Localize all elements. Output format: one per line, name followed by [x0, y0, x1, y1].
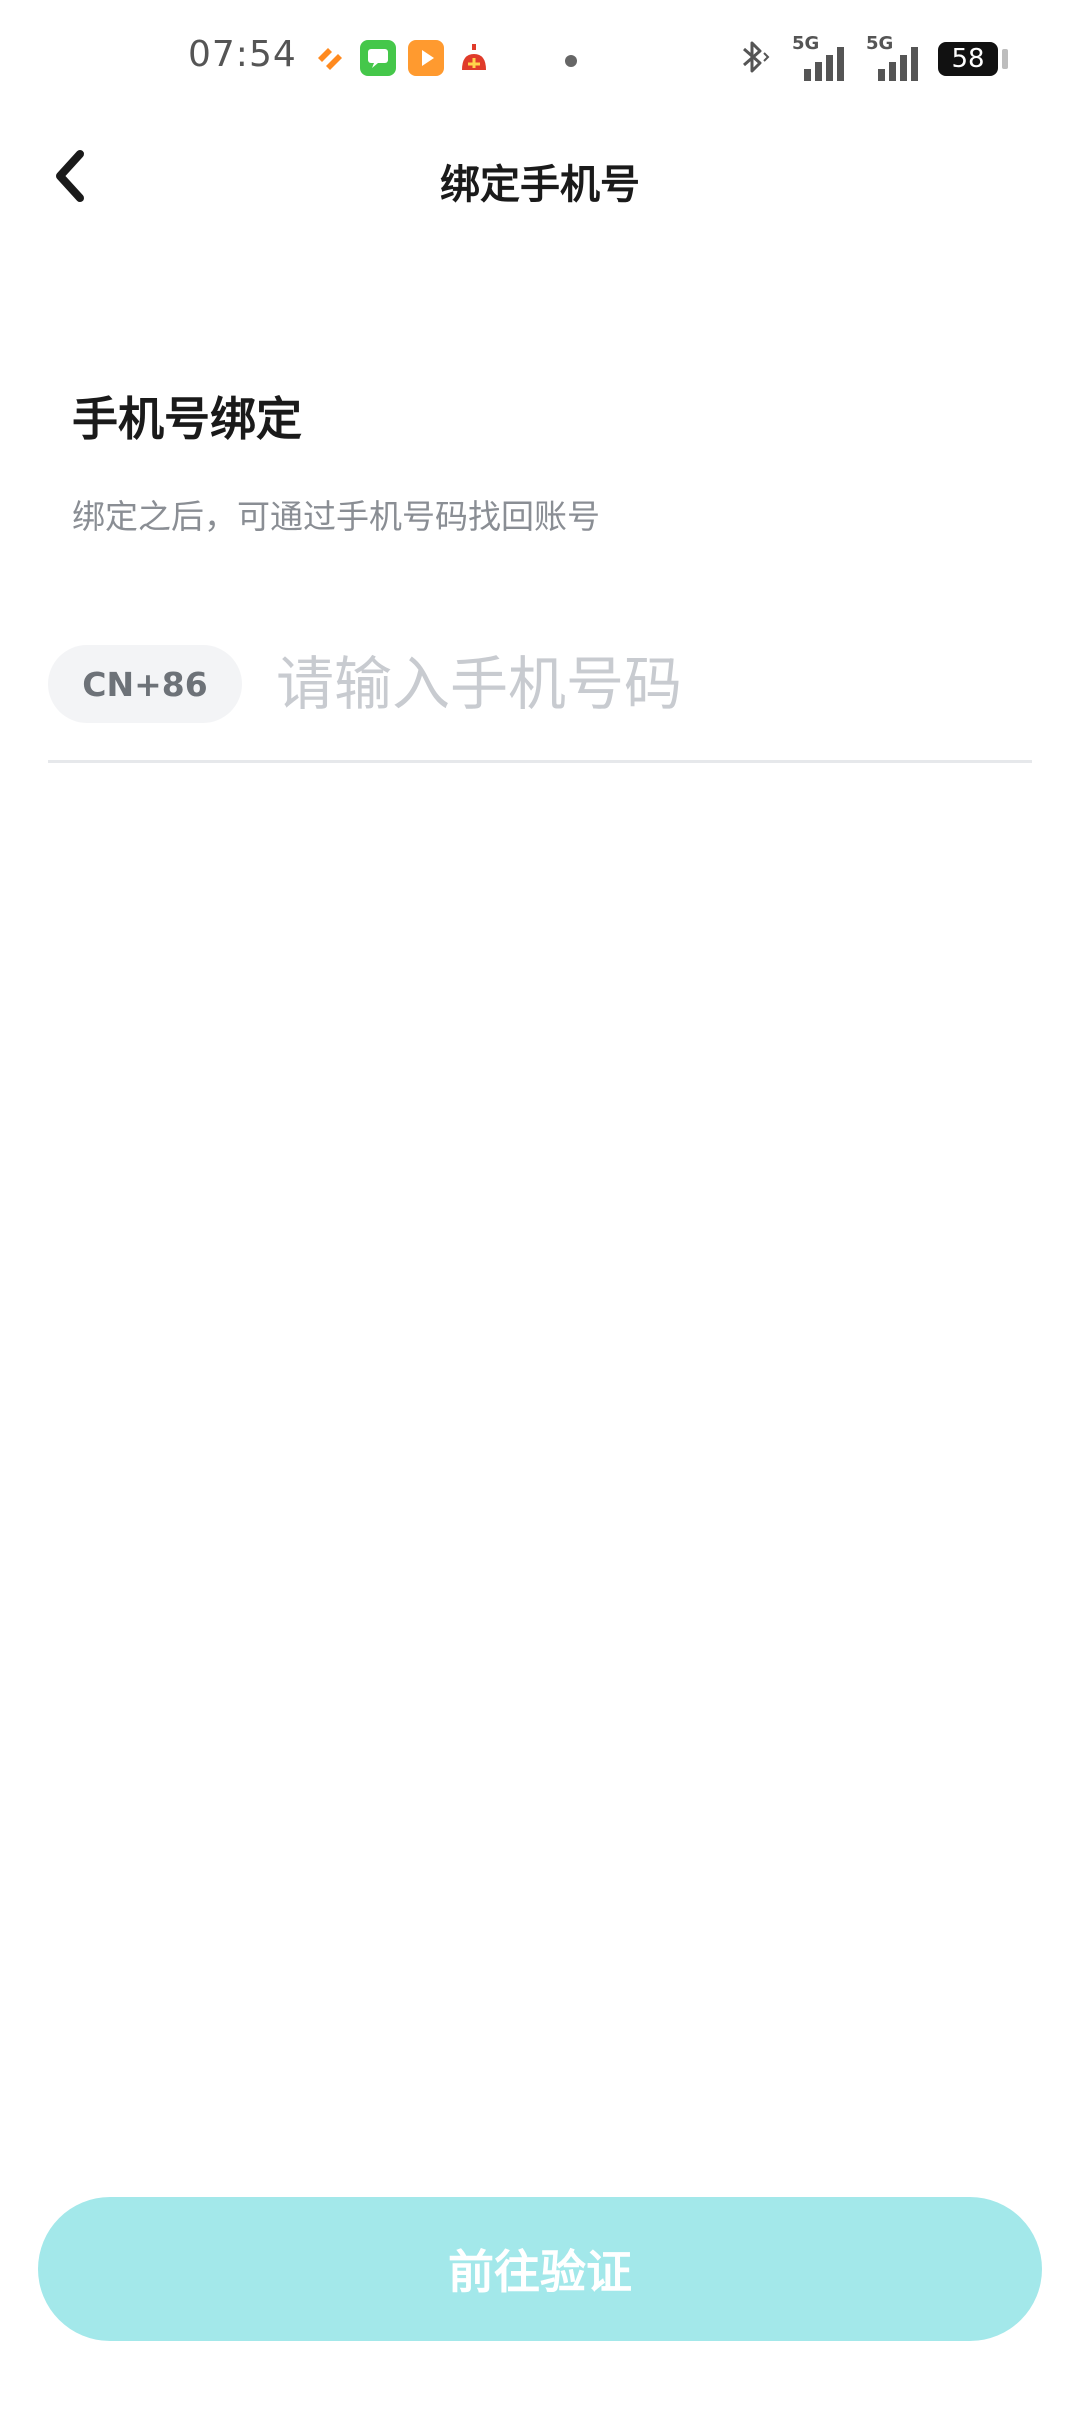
status-dot — [565, 55, 577, 67]
battery-indicator: 58 — [938, 42, 1008, 76]
phone-input-row: CN+86 — [48, 641, 1032, 763]
cellular-signal-1-icon: 5G — [790, 33, 846, 81]
message-app-icon — [360, 40, 396, 76]
system-indicators: 5G 5G 58 — [738, 33, 1008, 81]
status-time: 07:54 — [188, 34, 297, 75]
go-verify-button[interactable]: 前往验证 — [38, 2197, 1042, 2341]
video-app-icon — [408, 40, 444, 76]
page-header-title: 绑定手机号 — [440, 162, 640, 208]
phone-number-input[interactable] — [276, 641, 1016, 727]
lantern-app-icon — [456, 40, 492, 76]
cellular-signal-2-icon: 5G — [864, 33, 920, 81]
health-app-icon — [312, 40, 348, 76]
country-code-selector[interactable]: CN+86 — [48, 645, 242, 723]
bluetooth-icon — [738, 37, 772, 81]
notification-icons — [312, 40, 492, 76]
input-underline — [48, 760, 1032, 763]
page-subtitle: 绑定之后，可通过手机号码找回账号 — [72, 497, 600, 536]
status-bar: 07:54 5G 5G 58 — [0, 0, 1080, 124]
navigation-bar: 绑定手机号 — [0, 124, 1080, 234]
page-title: 手机号绑定 — [72, 392, 302, 446]
